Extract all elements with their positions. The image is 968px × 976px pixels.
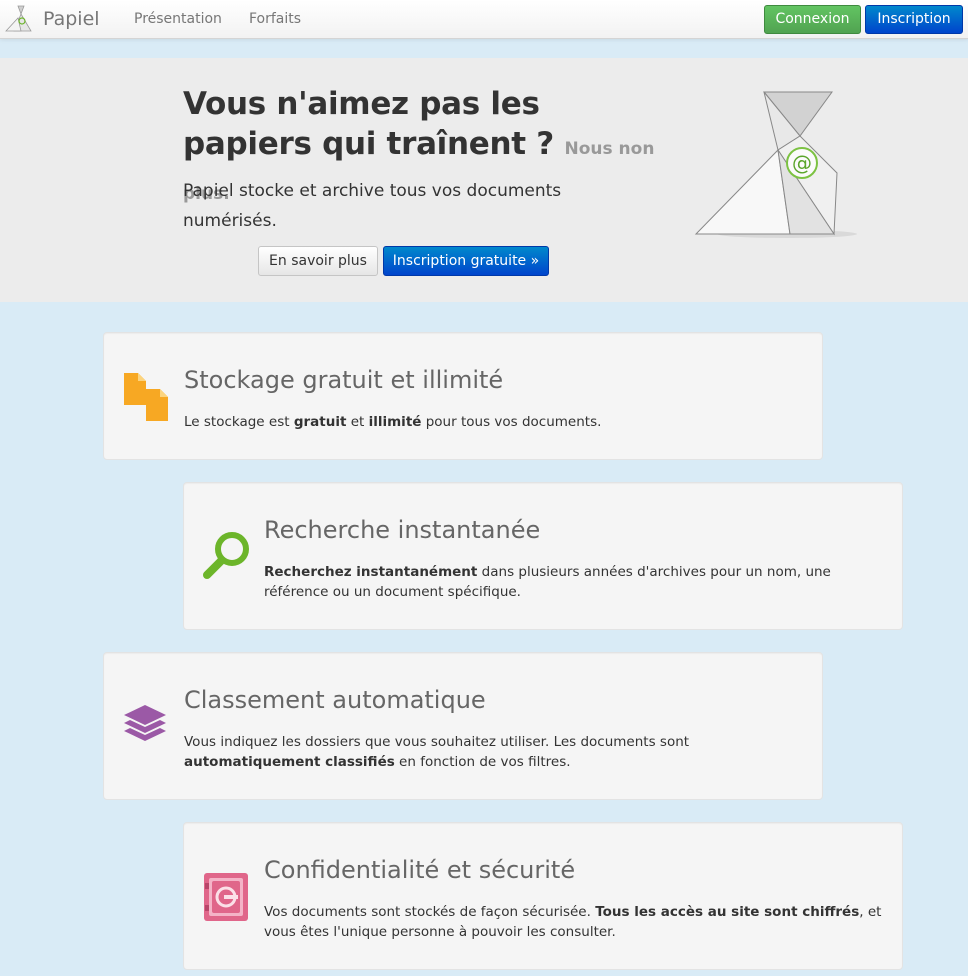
feature-card-security: Confidentialité et sécurité Vos document… [183,822,903,970]
feature-description: Vous indiquez les dossiers que vous souh… [184,732,809,772]
hero: Vous n'aimez pas les papiers qui traînen… [0,58,968,302]
search-icon [203,532,249,579]
feature-description-emphasis: gratuit [293,414,347,430]
nav-link-presentation[interactable]: Présentation [134,11,222,27]
feature-card-storage: Stockage gratuit et illimité Le stockage… [103,332,823,460]
login-button[interactable]: Connexion [764,5,861,34]
hero-title-text: Vous n'aimez pas les papiers qui traînen… [183,86,554,162]
safe-icon [204,873,248,921]
feature-description-text: et [346,414,369,430]
free-signup-button[interactable]: Inscription gratuite » [383,246,549,276]
feature-description-text: Vous indiquez les dossiers que vous souh… [184,734,690,750]
feature-title: Confidentialité et sécurité [264,856,576,884]
feature-description-text: en fonction de vos filtres. [394,754,571,770]
feature-card-classification: Classement automatique Vous indiquez les… [103,652,823,800]
navbar: Papiel Présentation Forfaits Connexion I… [0,0,968,39]
feature-description-text: pour tous vos documents. [421,414,602,430]
feature-title: Classement automatique [184,686,486,714]
feature-description: Le stockage est gratuit et illimité pour… [184,412,809,432]
feature-title: Stockage gratuit et illimité [184,366,504,394]
hero-text: Papiel stocke et archive tous vos docume… [183,181,562,231]
feature-description: Recherchez instantanément dans plusieurs… [264,562,889,602]
feature-card-search: Recherche instantanée Recherchez instant… [183,482,903,630]
nav-link-forfaits[interactable]: Forfaits [249,11,301,27]
feature-description-emphasis: Recherchez instantanément [264,564,478,580]
brand-name: Papiel [43,8,100,30]
brand[interactable]: Papiel [4,3,100,35]
feature-description-text: Vos documents sont stockés de façon sécu… [264,904,596,920]
svg-text:@: @ [792,151,812,175]
feature-description-emphasis: automatiquement classifiés [184,754,395,770]
signup-button[interactable]: Inscription [865,5,963,34]
layers-icon [124,705,166,741]
learn-more-button[interactable]: En savoir plus [258,246,378,276]
origami-bird-icon: @ [694,91,857,238]
feature-description: Vos documents sont stockés de façon sécu… [264,902,889,942]
feature-description-text: Le stockage est [184,414,294,430]
feature-description-emphasis: illimité [368,414,422,430]
feature-title: Recherche instantanée [264,516,541,544]
documents-icon [124,373,168,421]
feature-description-emphasis: Tous les accès au site sont chiffrés [595,904,860,920]
papiel-logo-icon [5,5,32,32]
